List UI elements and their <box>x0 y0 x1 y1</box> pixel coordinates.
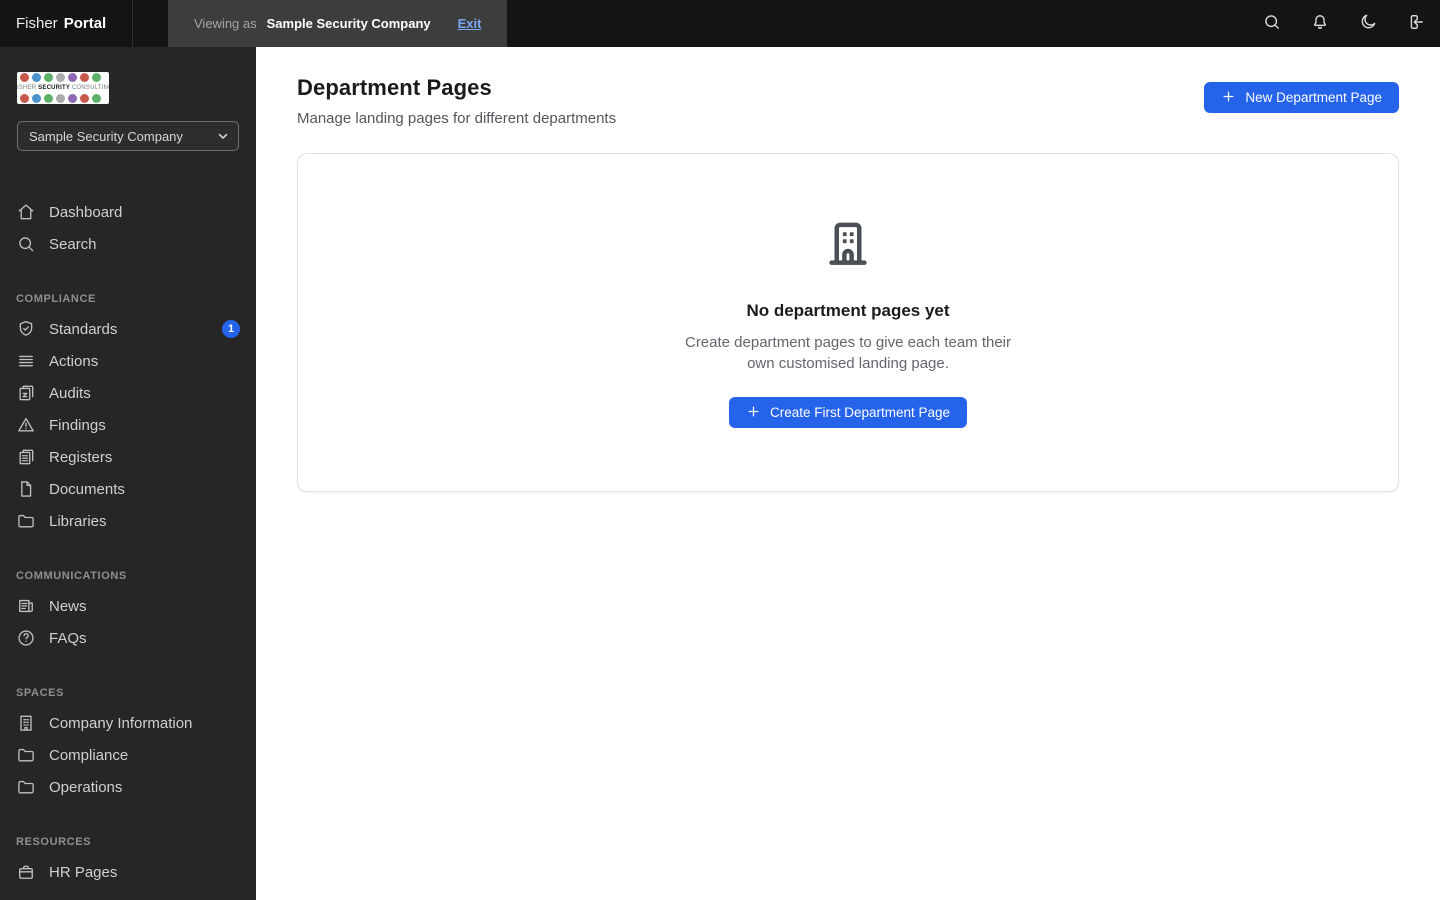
sign-out-icon <box>1406 12 1426 35</box>
topbar-search-button[interactable] <box>1262 14 1282 34</box>
sidebar-item-standards[interactable]: Standards 1 <box>0 313 256 345</box>
topbar-actions <box>1262 0 1440 47</box>
sidebar-item-findings[interactable]: Findings <box>0 409 256 441</box>
section-title-compliance: COMPLIANCE <box>16 293 96 305</box>
sidebar-item-libraries[interactable]: Libraries <box>0 505 256 537</box>
building-icon <box>821 217 875 276</box>
viewing-as-banner: Viewing as Sample Security Company Exit <box>168 0 508 47</box>
company-select[interactable]: Sample Security Company <box>17 121 239 151</box>
logo-decoration-top <box>20 73 101 82</box>
new-department-page-button[interactable]: New Department Page <box>1204 82 1399 113</box>
company-logo: FISHER SECURITY CONSULTING <box>17 72 109 104</box>
sidebar-item-audits[interactable]: Audits <box>0 377 256 409</box>
sidebar-item-compliance-space[interactable]: Compliance <box>0 739 256 771</box>
exit-impersonation-link[interactable]: Exit <box>458 16 482 31</box>
sidebar-item-faqs[interactable]: FAQs <box>0 622 256 654</box>
sign-out-button[interactable] <box>1406 14 1426 34</box>
logo-text: FISHER SECURITY CONSULTING <box>17 85 109 91</box>
shield-check-icon <box>16 319 36 339</box>
section-title-communications: COMMUNICATIONS <box>16 570 127 582</box>
clipboard-task-icon <box>16 383 36 403</box>
viewing-company-name: Sample Security Company <box>266 16 431 31</box>
question-circle-icon <box>16 628 36 648</box>
document-icon <box>16 479 36 499</box>
brand-primary: Fisher <box>16 15 58 32</box>
notifications-button[interactable] <box>1310 14 1330 34</box>
list-rows-icon <box>16 351 36 371</box>
section-title-resources: RESOURCES <box>16 836 92 848</box>
standards-count-badge: 1 <box>222 320 240 338</box>
clipboard-list-icon <box>16 447 36 467</box>
sidebar: FISHER SECURITY CONSULTING Sample Securi… <box>0 47 256 900</box>
empty-state-title: No department pages yet <box>746 301 950 320</box>
page-title: Department Pages <box>297 75 492 100</box>
sidebar-item-operations-space[interactable]: Operations <box>0 771 256 803</box>
home-icon <box>16 202 36 222</box>
topbar: Fisher Portal Viewing as Sample Security… <box>0 0 1440 47</box>
folder-icon <box>16 745 36 765</box>
main-content: Department Pages Manage landing pages fo… <box>256 47 1440 900</box>
folder-icon <box>16 777 36 797</box>
sidebar-item-actions[interactable]: Actions <box>0 345 256 377</box>
empty-state-description: Create department pages to give each tea… <box>684 334 1012 372</box>
sidebar-item-search[interactable]: Search <box>0 228 256 260</box>
search-icon <box>16 234 36 254</box>
briefcase-icon <box>16 862 36 882</box>
create-first-department-page-button[interactable]: Create First Department Page <box>728 397 968 428</box>
dark-mode-toggle[interactable] <box>1358 14 1378 34</box>
newspaper-icon <box>16 596 36 616</box>
search-icon <box>1262 12 1282 35</box>
brand-secondary: Portal <box>63 15 107 32</box>
empty-state-card: No department pages yet Create departmen… <box>297 153 1399 492</box>
plus-icon <box>746 404 761 422</box>
sidebar-item-news[interactable]: News <box>0 590 256 622</box>
building-icon <box>16 713 36 733</box>
warning-triangle-icon <box>16 415 36 435</box>
page-subtitle: Manage landing pages for different depar… <box>297 110 617 127</box>
sidebar-item-documents[interactable]: Documents <box>0 473 256 505</box>
viewing-as-label: Viewing as <box>194 16 257 31</box>
sidebar-item-hr-pages[interactable]: HR Pages <box>0 856 256 888</box>
sidebar-item-dashboard[interactable]: Dashboard <box>0 196 256 228</box>
sidebar-item-registers[interactable]: Registers <box>0 441 256 473</box>
logo-decoration-bottom <box>20 94 101 103</box>
brand-home-link[interactable]: Fisher Portal <box>0 0 133 47</box>
plus-icon <box>1221 89 1236 107</box>
section-title-spaces: SPACES <box>16 687 65 699</box>
sidebar-item-company-information[interactable]: Company Information <box>0 707 256 739</box>
moon-icon <box>1358 12 1378 35</box>
bell-icon <box>1310 12 1330 35</box>
folder-icon <box>16 511 36 531</box>
